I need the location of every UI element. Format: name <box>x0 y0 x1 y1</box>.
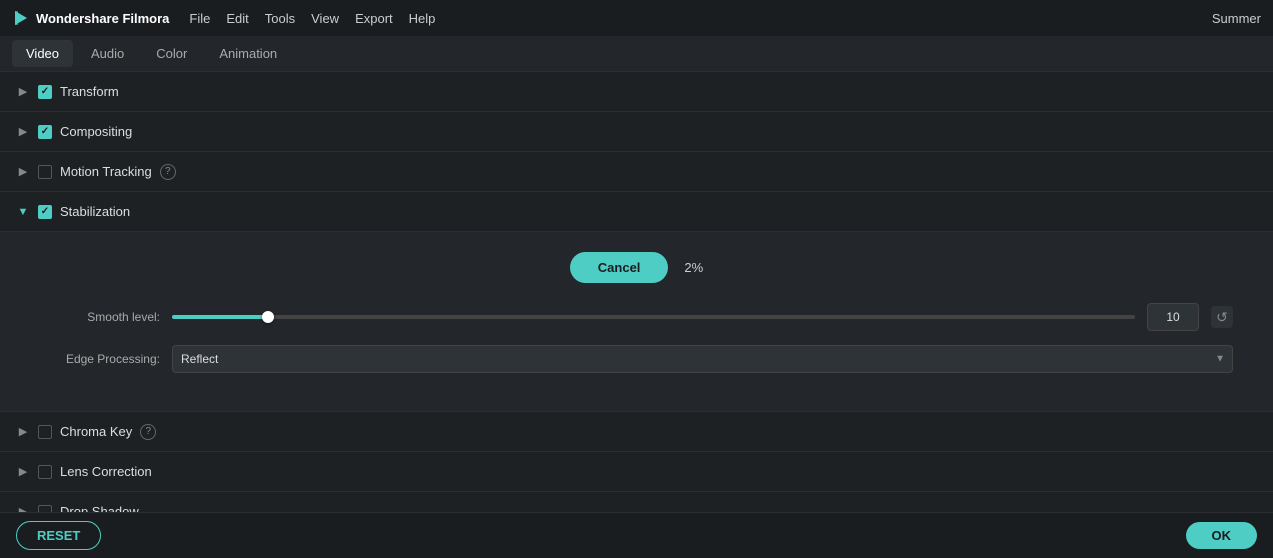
reset-button[interactable]: RESET <box>16 521 101 550</box>
chevron-motion-tracking[interactable]: ▶ <box>16 165 30 179</box>
slider-fill <box>172 315 268 319</box>
edge-processing-row: Edge Processing: Reflect Tile Extend Fre… <box>40 345 1233 373</box>
edge-processing-dropdown[interactable]: Reflect Tile Extend Freeze Smart <box>172 345 1233 373</box>
stabilization-content: Cancel 2% Smooth level: ↺ Edge Processin… <box>0 232 1273 412</box>
tab-animation[interactable]: Animation <box>205 40 291 67</box>
label-compositing: Compositing <box>60 124 132 139</box>
smooth-level-label: Smooth level: <box>40 310 160 324</box>
section-drop-shadow[interactable]: ▶ Drop Shadow <box>0 492 1273 512</box>
tab-video[interactable]: Video <box>12 40 73 67</box>
reset-smooth-icon[interactable]: ↺ <box>1211 306 1233 328</box>
slider-thumb[interactable] <box>262 311 274 323</box>
checkbox-lens-correction[interactable] <box>38 465 52 479</box>
help-icon-chroma-key[interactable]: ? <box>140 424 156 440</box>
chevron-compositing[interactable]: ▶ <box>16 125 30 139</box>
section-transform[interactable]: ▶ Transform <box>0 72 1273 112</box>
label-stabilization: Stabilization <box>60 204 130 219</box>
title-bar: Wondershare Filmora File Edit Tools View… <box>0 0 1273 36</box>
menu-bar: File Edit Tools View Export Help <box>189 11 435 26</box>
smooth-level-input[interactable] <box>1147 303 1199 331</box>
section-compositing[interactable]: ▶ Compositing <box>0 112 1273 152</box>
slider-track <box>172 315 1135 319</box>
tab-audio[interactable]: Audio <box>77 40 138 67</box>
bottom-bar: RESET OK <box>0 512 1273 558</box>
chevron-drop-shadow[interactable]: ▶ <box>16 505 30 513</box>
menu-tools[interactable]: Tools <box>265 11 295 26</box>
ok-button[interactable]: OK <box>1186 522 1258 549</box>
chevron-chroma-key[interactable]: ▶ <box>16 425 30 439</box>
chevron-lens-correction[interactable]: ▶ <box>16 465 30 479</box>
label-drop-shadow: Drop Shadow <box>60 504 139 512</box>
section-motion-tracking[interactable]: ▶ Motion Tracking ? <box>0 152 1273 192</box>
checkbox-motion-tracking[interactable] <box>38 165 52 179</box>
app-title: Wondershare Filmora <box>36 11 169 26</box>
menu-view[interactable]: View <box>311 11 339 26</box>
menu-file[interactable]: File <box>189 11 210 26</box>
label-lens-correction: Lens Correction <box>60 464 152 479</box>
user-name: Summer <box>1212 11 1261 26</box>
smooth-level-slider[interactable] <box>172 315 1135 319</box>
checkbox-transform[interactable] <box>38 85 52 99</box>
chevron-stabilization[interactable]: ▼ <box>16 205 30 219</box>
section-chroma-key[interactable]: ▶ Chroma Key ? <box>0 412 1273 452</box>
checkbox-stabilization[interactable] <box>38 205 52 219</box>
cancel-button[interactable]: Cancel <box>570 252 669 283</box>
checkbox-compositing[interactable] <box>38 125 52 139</box>
tab-color[interactable]: Color <box>142 40 201 67</box>
menu-edit[interactable]: Edit <box>226 11 248 26</box>
checkbox-drop-shadow[interactable] <box>38 505 52 513</box>
edge-processing-label: Edge Processing: <box>40 352 160 366</box>
label-motion-tracking: Motion Tracking <box>60 164 152 179</box>
properties-panel: ▶ Transform ▶ Compositing ▶ Motion Track… <box>0 72 1273 512</box>
edge-processing-dropdown-wrap: Reflect Tile Extend Freeze Smart ▼ <box>172 345 1233 373</box>
section-lens-correction[interactable]: ▶ Lens Correction <box>0 452 1273 492</box>
checkbox-chroma-key[interactable] <box>38 425 52 439</box>
progress-text: 2% <box>684 260 703 275</box>
label-chroma-key: Chroma Key <box>60 424 132 439</box>
app-logo: Wondershare Filmora <box>12 9 169 27</box>
smooth-level-row: Smooth level: ↺ <box>40 303 1233 331</box>
cancel-row: Cancel 2% <box>40 252 1233 283</box>
menu-help[interactable]: Help <box>409 11 436 26</box>
help-icon-motion-tracking[interactable]: ? <box>160 164 176 180</box>
section-stabilization[interactable]: ▼ Stabilization <box>0 192 1273 232</box>
chevron-transform[interactable]: ▶ <box>16 85 30 99</box>
menu-export[interactable]: Export <box>355 11 393 26</box>
label-transform: Transform <box>60 84 119 99</box>
tab-bar: Video Audio Color Animation <box>0 36 1273 72</box>
